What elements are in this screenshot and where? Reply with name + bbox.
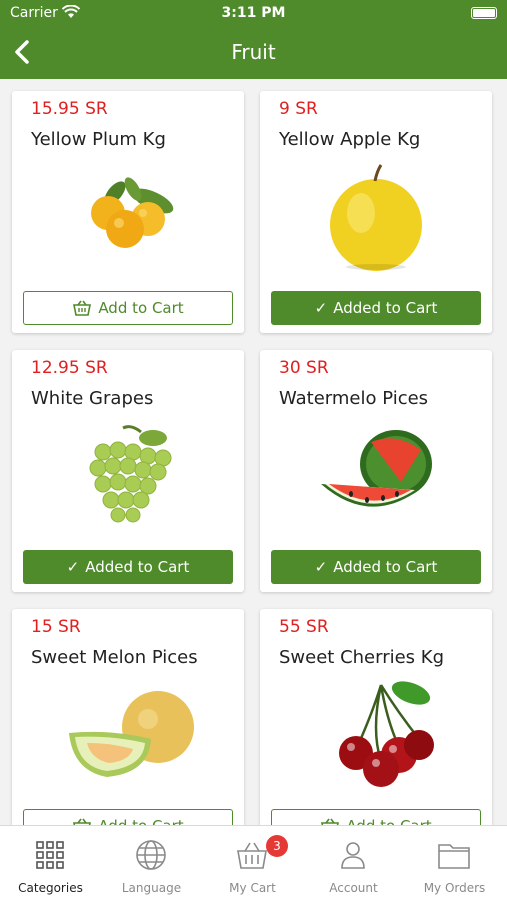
button-label: Add to Cart [98, 817, 183, 825]
added-to-cart-button[interactable]: ✓ Added to Cart [271, 291, 481, 325]
basket-icon [72, 299, 92, 317]
button-label: Added to Cart [85, 558, 190, 576]
product-card[interactable]: 55 SR Sweet Cherries Kg Add to Cart [260, 609, 492, 825]
button-label: Add to Cart [346, 817, 431, 825]
battery-icon [471, 7, 497, 19]
product-price: 30 SR [279, 358, 329, 378]
tab-bar: Categories Language 3 My Cart Account My… [0, 825, 507, 900]
product-card[interactable]: 9 SR Yellow Apple Kg ✓ Added to Cart [260, 91, 492, 333]
cherries-image [339, 681, 434, 787]
product-card[interactable]: 12.95 SR White Grapes ✓ Added to Cart [12, 350, 244, 592]
product-price: 15.95 SR [31, 99, 108, 119]
product-name: Yellow Apple Kg [279, 129, 421, 150]
button-label: Added to Cart [333, 558, 438, 576]
add-to-cart-button[interactable]: Add to Cart [271, 809, 481, 825]
tab-label: Account [329, 881, 378, 895]
product-card[interactable]: 15 SR Sweet Melon Pices Add to Cart [12, 609, 244, 825]
product-name: Watermelo Pices [279, 388, 429, 409]
tab-my-orders[interactable]: My Orders [404, 826, 505, 900]
clock: 3:11 PM [221, 5, 286, 21]
basket-icon [320, 817, 340, 825]
checkmark-icon: ✓ [314, 299, 328, 317]
folder-icon [438, 844, 470, 869]
tab-account[interactable]: Account [303, 826, 404, 900]
tab-language[interactable]: Language [101, 826, 202, 900]
sweet-melon-image [69, 691, 194, 777]
nav-bar: Fruit [0, 28, 507, 79]
product-name: White Grapes [31, 388, 154, 409]
tab-label: My Cart [229, 881, 276, 895]
basket-icon [72, 817, 92, 825]
button-label: Added to Cart [333, 299, 438, 317]
tab-label: Categories [18, 881, 83, 895]
tab-label: My Orders [423, 881, 486, 895]
product-price: 12.95 SR [31, 358, 108, 378]
grid-icon [36, 841, 64, 869]
product-name: Sweet Cherries Kg [279, 647, 445, 668]
product-card[interactable]: 15.95 SR Yellow Plum Kg Add to Cart [12, 91, 244, 333]
page-title: Fruit [231, 40, 276, 64]
product-name: Sweet Melon Pices [31, 647, 198, 668]
cart-count-badge: 3 [266, 835, 288, 857]
add-to-cart-button[interactable]: Add to Cart [23, 809, 233, 825]
product-price: 9 SR [279, 99, 318, 119]
checkmark-icon: ✓ [314, 558, 328, 576]
product-name: Yellow Plum Kg [31, 129, 166, 150]
checkmark-icon: ✓ [66, 558, 80, 576]
product-price: 15 SR [31, 617, 81, 637]
basket-icon [237, 842, 267, 869]
tab-label: Language [121, 881, 182, 895]
yellow-apple-image [330, 164, 422, 271]
product-price: 55 SR [279, 617, 329, 637]
added-to-cart-button[interactable]: ✓ Added to Cart [271, 550, 481, 584]
watermelon-image [321, 430, 432, 507]
globe-icon [136, 840, 166, 870]
added-to-cart-button[interactable]: ✓ Added to Cart [23, 550, 233, 584]
tab-categories[interactable]: Categories [0, 826, 101, 900]
yellow-plum-image [91, 177, 174, 248]
product-card[interactable]: 30 SR Watermelo Pices ✓ Added to Cart [260, 350, 492, 592]
tab-my-cart[interactable]: 3 My Cart [202, 826, 303, 900]
add-to-cart-button[interactable]: Add to Cart [23, 291, 233, 325]
product-grid: 15.95 SR Yellow Plum Kg Add to Cart 9 SR… [0, 79, 507, 825]
user-icon [341, 842, 365, 869]
status-bar: Carrier 3:11 PM [0, 0, 507, 28]
white-grapes-image [89, 425, 172, 523]
button-label: Add to Cart [98, 299, 184, 317]
